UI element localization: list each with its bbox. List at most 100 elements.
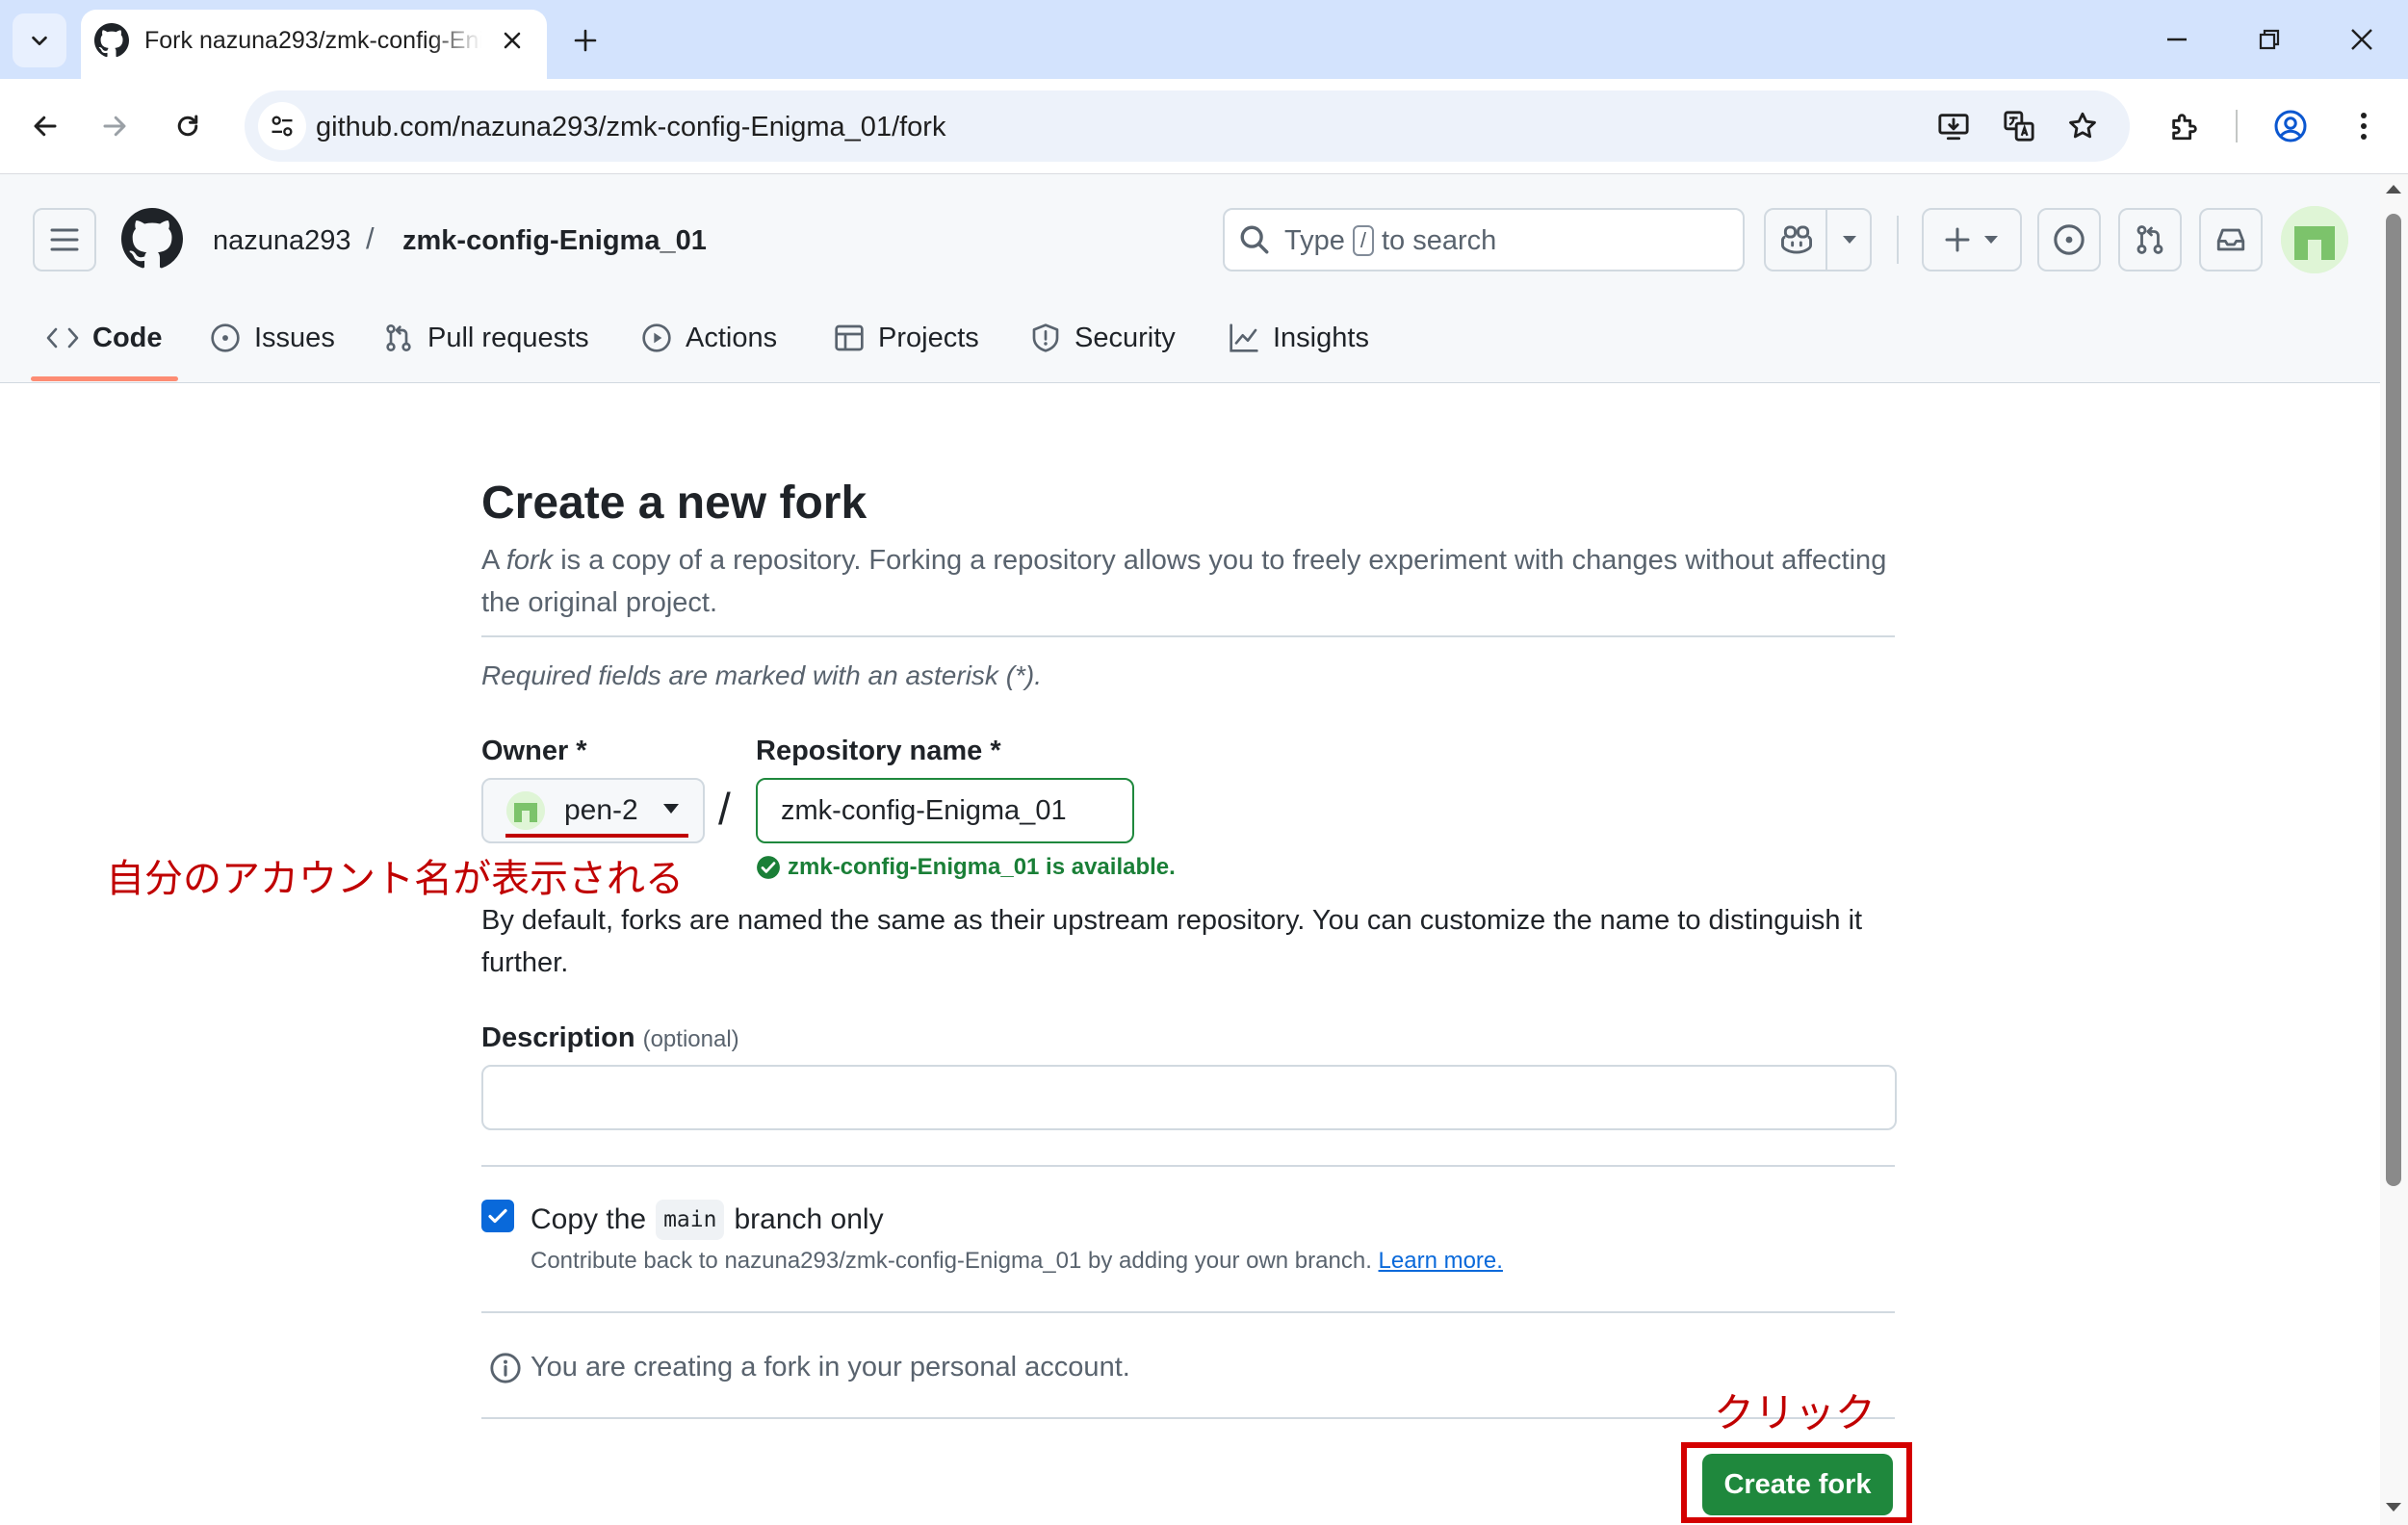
search-placeholder: Type / to search [1284, 223, 1496, 258]
star-icon [2069, 112, 2096, 139]
create-new-button[interactable] [1922, 208, 2022, 271]
back-button[interactable] [21, 102, 69, 150]
git-pull-request-icon [2136, 225, 2163, 254]
check-circle-icon [757, 856, 780, 879]
reload-button[interactable] [164, 102, 212, 150]
breadcrumb-separator: / [366, 221, 375, 255]
description-input[interactable] [481, 1065, 1897, 1130]
checkmark-icon [488, 1208, 507, 1224]
scroll-up-arrow-icon[interactable] [2385, 183, 2402, 194]
tab-search-button[interactable] [13, 13, 66, 67]
description-label: Description (optional) [481, 1021, 739, 1057]
page-title: Create a new fork [481, 478, 867, 529]
code-icon [46, 327, 79, 349]
close-icon [2351, 29, 2372, 50]
minimize-window-button[interactable] [2155, 17, 2199, 62]
owner-label: Owner * [481, 736, 587, 766]
browser-menu-button[interactable] [2340, 102, 2388, 150]
toolbar-divider [2236, 110, 2238, 142]
puzzle-icon [2172, 114, 2197, 141]
extensions-button[interactable] [2161, 102, 2209, 150]
tab-close-button[interactable] [497, 25, 528, 56]
copy-main-branch-checkbox[interactable] [481, 1200, 514, 1232]
copy-main-branch-label[interactable]: Copy the main branch only [531, 1200, 884, 1240]
scroll-down-arrow-icon[interactable] [2385, 1502, 2402, 1513]
tab-insights-label: Insights [1273, 322, 1369, 353]
install-icon [1938, 114, 1969, 141]
intro-fork-term: fork [505, 545, 554, 576]
github-favicon-icon [94, 23, 129, 58]
description-optional-hint: (optional) [642, 1026, 739, 1052]
scrollbar-thumb[interactable] [2386, 214, 2401, 1186]
site-info-button[interactable] [258, 102, 306, 150]
play-icon [642, 323, 671, 352]
description-label-text: Description [481, 1022, 635, 1053]
minimize-icon [2167, 38, 2187, 41]
bookmark-button[interactable] [2060, 104, 2105, 148]
github-header [0, 174, 2380, 383]
tab-security[interactable]: Security [1030, 314, 1176, 362]
repository-name-label: Repository name * [756, 736, 1001, 766]
required-fields-note: Required fields are marked with an aster… [481, 660, 1043, 690]
url-text[interactable]: github.com/nazuna293/zmk-config-Enigma_0… [316, 110, 945, 144]
availability-message: zmk-config-Enigma_01 is available. [788, 854, 1176, 880]
open-global-navigation-button[interactable] [33, 208, 96, 271]
copy-label-prefix: Copy the [531, 1203, 647, 1235]
close-window-button[interactable] [2340, 17, 2384, 62]
selected-tab-indicator [31, 376, 178, 381]
browser-tab-title: Fork nazuna293/zmk-config-Enigma_01 [144, 27, 481, 54]
intro-text-start: A [481, 545, 506, 576]
translate-button[interactable] [1997, 104, 2041, 148]
repository-name-input[interactable] [756, 778, 1134, 843]
info-icon [490, 1353, 521, 1383]
intro-text-end: is a copy of a repository. Forking a rep… [481, 545, 1887, 618]
install-app-button[interactable] [1931, 104, 1976, 148]
your-issues-button[interactable] [2037, 208, 2101, 271]
search-icon [1240, 225, 1269, 254]
triangle-down-icon [663, 804, 679, 814]
owner-avatar [506, 791, 545, 830]
close-icon [504, 32, 521, 49]
owner-repo-separator: / [718, 784, 731, 834]
search-placeholder-prefix: Type [1284, 225, 1345, 256]
github-logo-icon[interactable] [121, 208, 183, 270]
default-name-note: By default, forks are named the same as … [481, 905, 1863, 978]
contribute-note-text: Contribute back to nazuna293/zmk-config-… [531, 1248, 1372, 1274]
tab-actions[interactable]: Actions [641, 314, 777, 362]
branch-name-code: main [656, 1200, 725, 1240]
profile-button[interactable] [2266, 102, 2315, 150]
arrow-right-icon [103, 116, 126, 137]
copy-label-suffix: branch only [734, 1203, 884, 1235]
tab-pull-requests[interactable]: Pull requests [383, 314, 589, 362]
learn-more-link[interactable]: Learn more. [1379, 1248, 1503, 1274]
copilot-chat-button[interactable] [1768, 212, 1825, 268]
identicon-icon [506, 791, 545, 830]
restore-window-button[interactable] [2247, 17, 2291, 62]
inbox-icon [2216, 228, 2245, 251]
arrow-left-icon [34, 116, 57, 137]
issue-opened-icon [211, 323, 240, 352]
inbox-button[interactable] [2199, 208, 2263, 271]
tab-pull-requests-label: Pull requests [427, 322, 589, 353]
annotation-click-note: クリック [1714, 1390, 1877, 1435]
triangle-down-icon [1984, 236, 1998, 244]
breadcrumb-owner-link[interactable]: nazuna293 [213, 223, 351, 258]
your-pull-requests-button[interactable] [2118, 208, 2182, 271]
tab-issues[interactable]: Issues [210, 314, 335, 362]
forward-button[interactable] [91, 102, 139, 150]
tab-insights[interactable]: Insights [1229, 314, 1369, 362]
tab-projects[interactable]: Projects [834, 314, 979, 362]
user-avatar[interactable] [2281, 206, 2348, 273]
plus-icon [574, 29, 597, 52]
owner-select-value: pen-2 [564, 794, 638, 826]
copilot-icon [1781, 225, 1812, 254]
tab-code[interactable]: Code [46, 314, 163, 362]
annotation-account-note: 自分のアカウント名が表示される [106, 858, 684, 900]
tab-code-label: Code [92, 322, 163, 353]
new-tab-button[interactable] [566, 21, 605, 60]
copilot-divider [1825, 210, 1827, 270]
intro-paragraph: A fork is a copy of a repository. Forkin… [481, 539, 1897, 624]
create-fork-button[interactable]: Create fork [1702, 1454, 1893, 1515]
breadcrumb-repo-link[interactable]: zmk-config-Enigma_01 [402, 223, 707, 258]
copilot-options-button[interactable] [1829, 212, 1870, 268]
